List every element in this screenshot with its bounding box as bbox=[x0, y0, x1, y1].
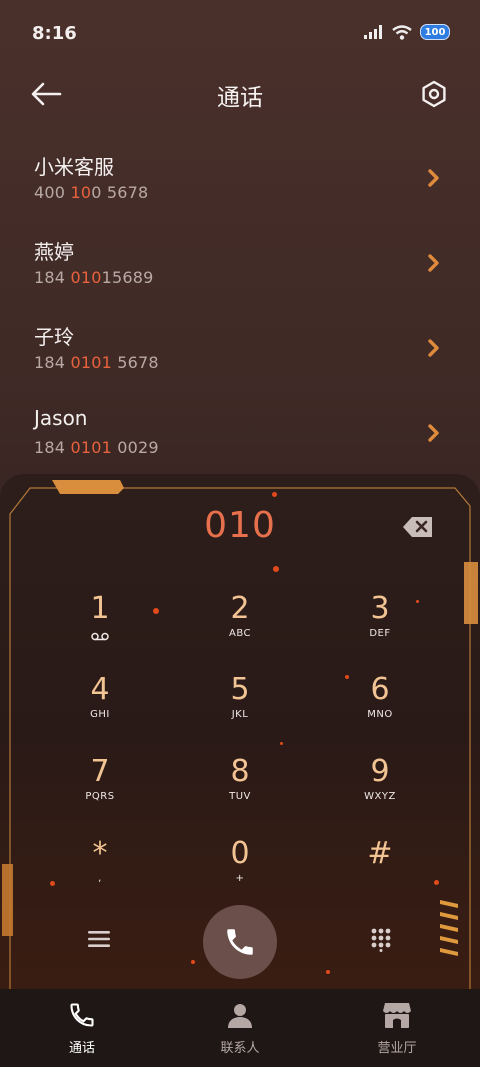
contact-number: 184 0101 5678 bbox=[34, 353, 159, 372]
key-digit: 4 bbox=[90, 672, 110, 707]
key-letters: + bbox=[235, 873, 245, 884]
key-2[interactable]: 2 ABC bbox=[180, 592, 300, 662]
nav-store-label: 营业厅 bbox=[377, 1041, 417, 1056]
wifi-icon bbox=[392, 24, 412, 40]
ember-particle bbox=[272, 492, 277, 497]
key-4[interactable]: 4 GHI bbox=[40, 673, 160, 743]
contact-row[interactable]: 子玲 184 0101 5678 bbox=[0, 321, 480, 391]
key-digit: 6 bbox=[370, 672, 390, 707]
battery-icon: 100 bbox=[420, 24, 450, 40]
key-letters: PQRS bbox=[85, 791, 115, 802]
call-button[interactable] bbox=[203, 905, 277, 979]
key-star[interactable]: * , bbox=[40, 837, 160, 907]
ember-particle bbox=[326, 970, 330, 974]
key-8[interactable]: 8 TUV bbox=[180, 755, 300, 825]
top-bar: 通话 bbox=[0, 70, 480, 120]
key-letters: , bbox=[98, 873, 102, 884]
key-digit: 1 bbox=[90, 591, 110, 626]
contact-name: 子玲 bbox=[34, 325, 74, 349]
chevron-right-icon[interactable] bbox=[428, 254, 440, 272]
phone-icon bbox=[227, 929, 253, 955]
voicemail-icon bbox=[91, 632, 109, 641]
key-7[interactable]: 7 PQRS bbox=[40, 755, 160, 825]
bottom-nav: 通话 联系人 营业厅 bbox=[0, 989, 480, 1067]
status-time: 8:16 bbox=[32, 23, 77, 44]
contact-number: 184 0101 0029 bbox=[34, 438, 159, 457]
backspace-icon[interactable] bbox=[402, 516, 434, 538]
key-digit: 5 bbox=[230, 672, 250, 707]
key-hash[interactable]: # bbox=[320, 837, 440, 907]
key-letters: MNO bbox=[367, 709, 393, 720]
key-letters: ABC bbox=[228, 628, 251, 639]
ember-particle bbox=[273, 566, 279, 572]
contact-number: 400 100 5678 bbox=[34, 183, 149, 202]
nav-calls-label: 通话 bbox=[68, 1041, 95, 1056]
contact-number: 184 01015689 bbox=[34, 268, 154, 287]
nav-contacts[interactable]: 联系人 bbox=[180, 1001, 300, 1056]
menu-icon[interactable] bbox=[88, 930, 110, 948]
store-icon bbox=[383, 1003, 411, 1028]
contact-name: Jason bbox=[34, 406, 88, 430]
key-digit: 2 bbox=[230, 591, 250, 626]
key-letters: TUV bbox=[229, 791, 251, 802]
phone-icon bbox=[70, 1003, 94, 1027]
signal-icon bbox=[364, 25, 382, 39]
key-1[interactable]: 1 bbox=[40, 592, 160, 662]
key-digit: # bbox=[367, 836, 393, 871]
status-icons: 100 bbox=[364, 24, 450, 40]
key-9[interactable]: 9 WXYZ bbox=[320, 755, 440, 825]
contact-name: 小米客服 bbox=[34, 155, 114, 179]
contact-row[interactable]: 燕婷 184 01015689 bbox=[0, 236, 480, 306]
page-title: 通话 bbox=[217, 85, 263, 111]
key-digit: 3 bbox=[370, 591, 390, 626]
key-6[interactable]: 6 MNO bbox=[320, 673, 440, 743]
contact-row[interactable]: 小米客服 400 100 5678 bbox=[0, 151, 480, 221]
key-3[interactable]: 3 DEF bbox=[320, 592, 440, 662]
key-digit: 8 bbox=[230, 754, 250, 789]
status-bar: 8:16 100 bbox=[0, 0, 480, 68]
key-0[interactable]: 0 + bbox=[180, 837, 300, 907]
keypad-grid-icon[interactable] bbox=[371, 928, 391, 952]
ember-particle bbox=[191, 960, 195, 964]
nav-contacts-label: 联系人 bbox=[220, 1041, 260, 1056]
key-letters: GHI bbox=[90, 709, 110, 720]
key-letters: DEF bbox=[369, 628, 391, 639]
key-digit: * bbox=[92, 836, 108, 871]
nav-store[interactable]: 营业厅 bbox=[337, 1001, 457, 1056]
key-letters: WXYZ bbox=[364, 791, 396, 802]
person-icon bbox=[228, 1004, 252, 1028]
chevron-right-icon[interactable] bbox=[428, 339, 440, 357]
nav-calls[interactable]: 通话 bbox=[22, 1001, 142, 1056]
settings-gear-icon[interactable] bbox=[420, 80, 448, 108]
chevron-right-icon[interactable] bbox=[428, 424, 440, 442]
key-digit: 0 bbox=[230, 836, 250, 871]
chevron-right-icon[interactable] bbox=[428, 169, 440, 187]
key-digit: 9 bbox=[370, 754, 390, 789]
key-5[interactable]: 5 JKL bbox=[180, 673, 300, 743]
key-letters: JKL bbox=[231, 709, 249, 720]
contact-name: 燕婷 bbox=[34, 240, 74, 264]
key-digit: 7 bbox=[90, 754, 110, 789]
contact-row[interactable]: Jason 184 0101 0029 bbox=[0, 406, 480, 476]
